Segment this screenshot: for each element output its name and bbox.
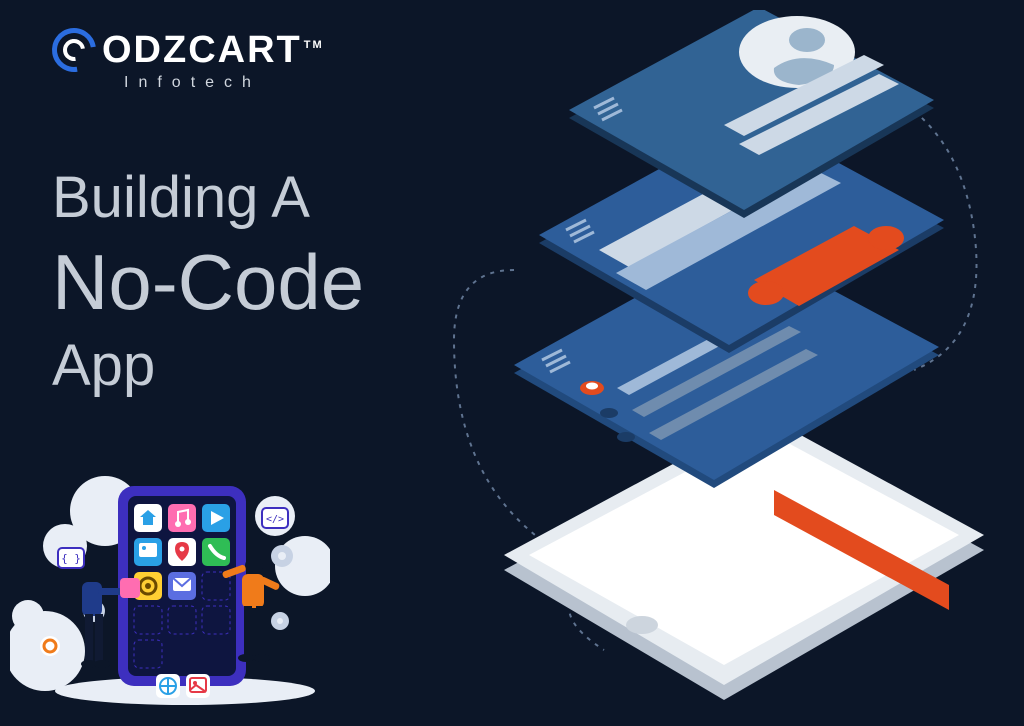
logo-mark-icon <box>43 19 104 80</box>
svg-text:</>: </> <box>266 514 284 525</box>
brand-subtitle: Infotech <box>124 74 324 92</box>
isometric-illustration <box>394 10 1014 710</box>
device-base <box>504 415 984 700</box>
headline-line-3: App <box>52 333 364 400</box>
brand-name: ODZCART <box>102 29 302 71</box>
headline-line-2: No-Code <box>52 238 364 328</box>
headline: Building A No-Code App <box>52 165 364 400</box>
layer-form <box>539 117 944 353</box>
layer-list <box>514 240 939 488</box>
people-building-app-illustration: { } </> <box>10 456 330 706</box>
brand-logo: ODZCARTTM Infotech <box>52 28 324 92</box>
svg-text:{ }: { } <box>61 552 81 565</box>
trademark-label: TM <box>304 39 324 51</box>
headline-line-1: Building A <box>52 165 364 232</box>
layer-profile <box>569 10 934 218</box>
